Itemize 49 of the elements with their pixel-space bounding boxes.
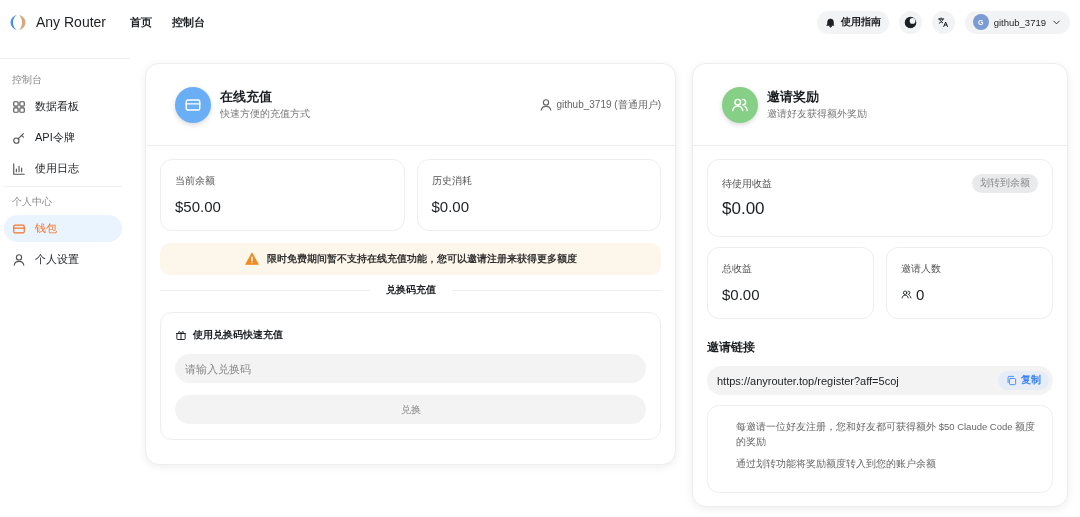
section-label: 控制台 — [11, 73, 43, 87]
users-icon — [901, 289, 912, 300]
stat-value: $0.00 — [722, 199, 766, 219]
moon-icon — [903, 15, 917, 29]
gift-icon — [175, 329, 187, 341]
invite-link-field[interactable]: https://anyrouter.top/register?aff=5coj 复制 — [707, 366, 1053, 395]
bell-icon — [824, 16, 836, 28]
stat-label: 总收益 — [722, 262, 753, 276]
language-button[interactable] — [931, 10, 955, 34]
sidebar-item[interactable]: 使用日志 — [4, 155, 122, 182]
sidebar-item[interactable]: 数据看板 — [4, 93, 122, 120]
notice-text: 限时免费期间暂不支持在线充值功能，您可以邀请注册来获得更多额度 — [266, 252, 577, 266]
divider-label: 兑换码充值 — [384, 283, 437, 297]
user-icon — [538, 97, 553, 112]
nav-link[interactable]: 首页 — [130, 10, 153, 34]
stat-value: $0.00 — [431, 198, 471, 215]
guide-button[interactable]: 使用指南 — [816, 10, 889, 34]
stat-value: $50.00 — [175, 198, 222, 215]
brand-name: Any Router — [36, 14, 107, 30]
translate-icon — [937, 16, 950, 28]
stat-label: 待使用收益 — [722, 176, 772, 191]
warning-icon — [244, 252, 259, 266]
stat-value: 0 — [916, 286, 925, 303]
stat-value: $0.00 — [722, 286, 760, 303]
panel-title: 使用兑换码快速充值 — [193, 328, 283, 342]
key-icon — [12, 130, 26, 145]
wallet-icon — [12, 221, 26, 236]
card-subtitle: 邀请好友获得额外奖励 — [767, 108, 867, 121]
note-text: 通过划转功能将奖励额度转入到您的账户余额 — [736, 457, 937, 472]
copy-icon — [1006, 375, 1017, 386]
section-title: 邀请链接 — [707, 339, 756, 356]
nav-link[interactable]: 控制台 — [172, 10, 206, 34]
theme-button[interactable] — [898, 10, 922, 34]
user-icon — [12, 252, 26, 267]
card-subtitle: 快速方便的充值方式 — [220, 108, 310, 121]
stat-label: 历史消耗 — [431, 174, 473, 188]
logo-icon — [10, 13, 26, 31]
code-input[interactable]: 请输入兑换码 — [175, 354, 646, 383]
sidebar-item[interactable]: 个人设置 — [4, 246, 122, 273]
card-title: 在线充值 — [220, 88, 273, 106]
redeem-button[interactable]: 兑换 — [175, 395, 646, 424]
sidebar-item[interactable]: API令牌 — [4, 124, 122, 151]
card-title: 邀请奖励 — [767, 88, 820, 106]
bar-chart-icon — [12, 161, 26, 176]
user-label: github_3719 (普通用户) — [556, 97, 661, 112]
note-text: 每邀请一位好友注册，您和好友都可获得额外 $50 Claude Code 额度的奖励 — [736, 420, 1037, 449]
stat-label: 当前余额 — [175, 174, 216, 188]
stat-label: 邀请人数 — [901, 262, 942, 276]
grid-icon — [12, 99, 26, 114]
